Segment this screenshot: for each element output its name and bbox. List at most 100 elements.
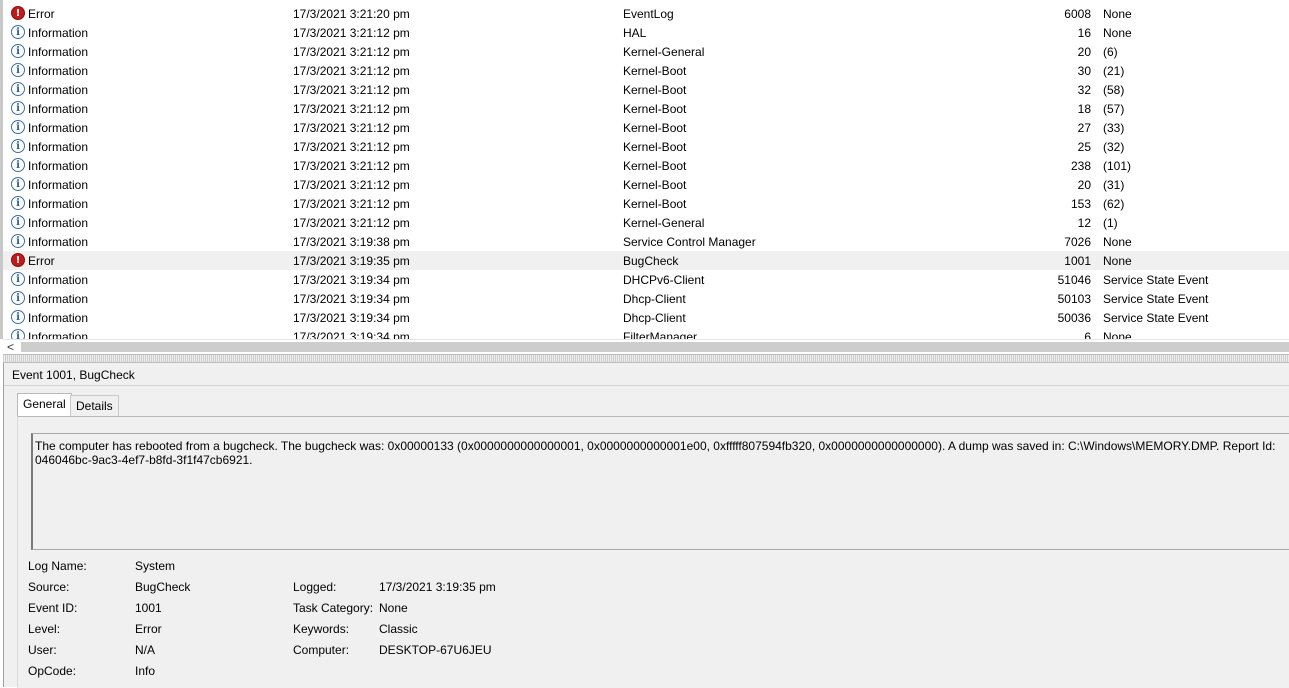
event-id: 50036 xyxy=(1057,311,1091,325)
event-level: Information xyxy=(28,45,89,59)
event-row[interactable]: ! Error 17/3/2021 3:19:35 pm BugCheck 1001 No… xyxy=(3,251,1289,270)
event-id-label: Event ID: xyxy=(28,601,78,615)
information-icon: i xyxy=(11,291,25,305)
event-id: 25 xyxy=(1077,140,1091,154)
event-source: Kernel-General xyxy=(623,45,705,59)
event-row[interactable]: i Information 17/3/2021 3:21:12 pm Kernel-B… xyxy=(3,156,1289,175)
event-task-category: Service State Event xyxy=(1103,311,1209,325)
event-row[interactable]: i Information 17/3/2021 3:19:34 pm Dhcp-Cli… xyxy=(3,289,1289,308)
event-level: Information xyxy=(28,159,89,173)
information-icon: i xyxy=(11,139,25,153)
event-source: Kernel-Boot xyxy=(623,121,687,135)
event-row[interactable]: i Information 17/3/2021 3:21:12 pm Kernel-B… xyxy=(3,80,1289,99)
user-value: N/A xyxy=(135,643,156,657)
event-level: Information xyxy=(28,121,89,135)
event-level: Information xyxy=(28,140,89,154)
event-task-category: None xyxy=(1103,235,1132,249)
event-source: FilterManager xyxy=(623,330,698,339)
event-row[interactable]: i Information 17/3/2021 3:19:38 pm Service … xyxy=(3,232,1289,251)
event-list[interactable]: ! Error 17/3/2021 3:21:20 pm EventLog 6008 No… xyxy=(0,0,1289,339)
event-task-category: (6) xyxy=(1103,45,1118,59)
error-icon: ! xyxy=(11,6,25,20)
event-level: Information xyxy=(28,102,89,116)
event-level: Information xyxy=(28,178,89,192)
event-rows: ! Error 17/3/2021 3:21:20 pm EventLog 6008 No… xyxy=(3,4,1289,339)
task-category-value: None xyxy=(379,601,408,615)
event-id: 153 xyxy=(1070,197,1091,211)
event-id: 18 xyxy=(1077,102,1091,116)
event-row[interactable]: i Information 17/3/2021 3:21:12 pm Kernel-B… xyxy=(3,175,1289,194)
log-name-label: Log Name: xyxy=(28,559,87,573)
event-row[interactable]: i Information 17/3/2021 3:21:12 pm Kernel-B… xyxy=(3,99,1289,118)
level-label: Level: xyxy=(28,622,61,636)
event-row[interactable]: ! Error 17/3/2021 3:21:20 pm EventLog 6008 No… xyxy=(3,4,1289,23)
logged-value: 17/3/2021 3:19:35 pm xyxy=(379,580,496,594)
event-task-category: (21) xyxy=(1103,64,1125,78)
event-level: Information xyxy=(28,26,89,40)
event-row[interactable]: i Information 17/3/2021 3:21:12 pm Kernel-B… xyxy=(3,61,1289,80)
event-detail-pane: Event 1001, BugCheck General Details The… xyxy=(3,363,1289,688)
logged-label: Logged: xyxy=(293,580,337,594)
horizontal-scrollbar[interactable]: < xyxy=(3,339,1289,354)
event-task-category: Service State Event xyxy=(1103,273,1209,287)
event-task-category: None xyxy=(1103,254,1132,268)
event-level: Information xyxy=(28,197,89,211)
information-icon: i xyxy=(11,82,25,96)
event-row[interactable]: i Information 17/3/2021 3:21:12 pm Kernel-B… xyxy=(3,194,1289,213)
event-id: 50103 xyxy=(1057,292,1091,306)
event-row[interactable]: i Information 17/3/2021 3:19:34 pm DHCPv6-C… xyxy=(3,270,1289,289)
event-source: Dhcp-Client xyxy=(623,311,686,325)
task-category-label: Task Category: xyxy=(293,601,374,615)
event-date: 17/3/2021 3:21:12 pm xyxy=(293,121,410,135)
event-date: 17/3/2021 3:21:12 pm xyxy=(293,26,410,40)
event-date: 17/3/2021 3:21:12 pm xyxy=(293,140,410,154)
log-name-value: System xyxy=(135,559,176,573)
event-row[interactable]: i Information 17/3/2021 3:21:12 pm Kernel-G… xyxy=(3,42,1289,61)
event-source: EventLog xyxy=(623,7,674,21)
event-id-value: 1001 xyxy=(135,601,162,615)
tab-details[interactable]: Details xyxy=(70,395,119,417)
event-description[interactable]: The computer has rebooted from a bugchec… xyxy=(31,433,1289,550)
event-date: 17/3/2021 3:19:34 pm xyxy=(293,330,410,339)
information-icon: i xyxy=(11,215,25,229)
event-row[interactable]: i Information 17/3/2021 3:21:12 pm Kernel-G… xyxy=(3,213,1289,232)
event-id: 6008 xyxy=(1064,7,1091,21)
detail-divider xyxy=(4,385,1289,386)
source-label: Source: xyxy=(28,580,70,594)
event-id: 51046 xyxy=(1057,273,1091,287)
source-value: BugCheck xyxy=(135,580,191,594)
event-task-category: (32) xyxy=(1103,140,1125,154)
event-row[interactable]: i Information 17/3/2021 3:19:34 pm FilterMa… xyxy=(3,327,1289,339)
tab-general[interactable]: General xyxy=(17,393,72,417)
event-level: Information xyxy=(28,235,89,249)
information-icon: i xyxy=(11,101,25,115)
event-date: 17/3/2021 3:21:12 pm xyxy=(293,45,410,59)
event-level: Information xyxy=(28,330,89,339)
event-row[interactable]: i Information 17/3/2021 3:19:34 pm Dhcp-Cli… xyxy=(3,308,1289,327)
information-icon: i xyxy=(11,25,25,39)
opcode-label: OpCode: xyxy=(28,664,77,678)
event-id: 7026 xyxy=(1064,235,1091,249)
opcode-value: Info xyxy=(135,664,156,678)
event-level: Information xyxy=(28,273,89,287)
event-row[interactable]: i Information 17/3/2021 3:21:12 pm Kernel-B… xyxy=(3,118,1289,137)
information-icon: i xyxy=(11,196,25,210)
event-task-category: (57) xyxy=(1103,102,1125,116)
event-row[interactable]: i Information 17/3/2021 3:21:12 pm HAL 16 Non… xyxy=(3,23,1289,42)
event-level: Information xyxy=(28,292,89,306)
event-task-category: Service State Event xyxy=(1103,292,1209,306)
user-label: User: xyxy=(28,643,57,657)
event-source: HAL xyxy=(623,26,647,40)
scrollbar-thumb[interactable] xyxy=(21,342,1289,352)
computer-label: Computer: xyxy=(293,643,350,657)
pane-splitter[interactable] xyxy=(3,354,1289,363)
event-task-category: None xyxy=(1103,7,1132,21)
event-row[interactable]: i Information 17/3/2021 3:21:12 pm Kernel-B… xyxy=(3,137,1289,156)
event-source: BugCheck xyxy=(623,254,679,268)
information-icon: i xyxy=(11,329,25,339)
event-task-category: (101) xyxy=(1103,159,1132,173)
event-source: Kernel-Boot xyxy=(623,102,687,116)
scroll-left-arrow-icon[interactable]: < xyxy=(7,340,14,354)
event-date: 17/3/2021 3:19:34 pm xyxy=(293,273,410,287)
event-level: Information xyxy=(28,83,89,97)
